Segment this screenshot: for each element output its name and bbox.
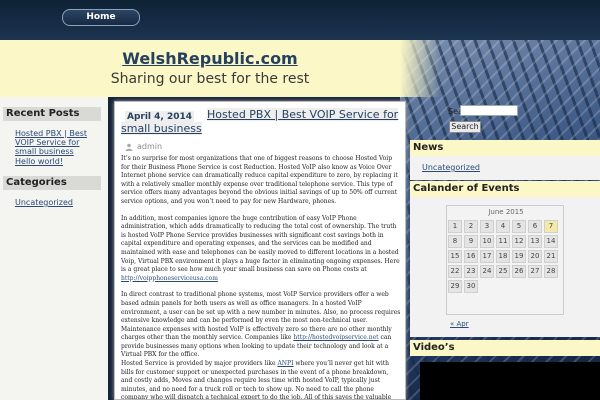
calendar-month: June 2015 bbox=[488, 208, 524, 216]
calendar-day[interactable]: 4 bbox=[496, 220, 510, 233]
top-nav-bar: Home bbox=[0, 0, 600, 40]
post-date: April 4, 2014 bbox=[125, 111, 195, 123]
calendar-day[interactable]: 6 bbox=[528, 220, 542, 233]
calendar-day[interactable]: 9 bbox=[464, 235, 478, 248]
user-icon bbox=[125, 143, 133, 151]
video-player[interactable] bbox=[420, 362, 600, 400]
post-paragraph: It’s no surprise for most organizations … bbox=[121, 155, 398, 205]
calendar-prev-link[interactable]: « Apr bbox=[450, 320, 469, 328]
calendar-day[interactable]: 20 bbox=[528, 250, 542, 263]
left-sidebar: Recent Posts Hosted PBX | Best VOIP Serv… bbox=[0, 97, 108, 400]
blog-post: Hosted PBX | Best VOIP Service for small… bbox=[114, 101, 406, 400]
calendar-day[interactable]: 1 bbox=[448, 220, 462, 233]
post-paragraph-text: Hosted Service is provided by major prov… bbox=[121, 360, 276, 368]
calendar-day[interactable]: 21 bbox=[544, 250, 558, 263]
calendar-day[interactable]: 10 bbox=[480, 235, 494, 248]
calendar-day[interactable]: 23 bbox=[464, 265, 478, 278]
search-input[interactable] bbox=[460, 105, 518, 116]
site-title[interactable]: WelshRepublic.com bbox=[0, 49, 420, 68]
calendar-day[interactable]: 3 bbox=[480, 220, 494, 233]
calendar-day[interactable]: 7 bbox=[544, 220, 558, 233]
calendar-day[interactable]: 24 bbox=[480, 265, 494, 278]
calendar-day[interactable]: 11 bbox=[496, 235, 510, 248]
calendar-day[interactable]: 13 bbox=[528, 235, 542, 248]
category-link[interactable]: Uncategorized bbox=[15, 198, 103, 207]
calendar-day[interactable]: 29 bbox=[448, 280, 462, 293]
calendar-day[interactable]: 18 bbox=[496, 250, 510, 263]
calendar-day[interactable]: 16 bbox=[464, 250, 478, 263]
recent-post-link[interactable]: Hosted PBX | Best VOIP Service for small… bbox=[15, 129, 103, 156]
calendar-day[interactable]: 28 bbox=[544, 265, 558, 278]
categories-heading: Categories bbox=[3, 176, 101, 190]
post-link[interactable]: http://voipphoneserviceusa.com bbox=[121, 275, 218, 282]
calendar-day[interactable]: 8 bbox=[448, 235, 462, 248]
calendar-day[interactable]: 22 bbox=[448, 265, 462, 278]
calendar-day[interactable]: 5 bbox=[512, 220, 526, 233]
post-paragraph: In direct contrast to traditional phone … bbox=[121, 291, 401, 360]
calendar-day[interactable]: 2 bbox=[464, 220, 478, 233]
calendar-day[interactable]: 15 bbox=[448, 250, 462, 263]
calendar-day[interactable]: 14 bbox=[544, 235, 558, 248]
recent-posts-heading: Recent Posts bbox=[3, 107, 101, 121]
post-link[interactable]: http://hostedvoipservice.net bbox=[293, 334, 378, 341]
calendar-day[interactable]: 27 bbox=[528, 265, 542, 278]
recent-post-link[interactable]: Hello world! bbox=[15, 157, 103, 166]
calendar-day[interactable]: 30 bbox=[464, 280, 478, 293]
news-heading: News bbox=[410, 140, 600, 156]
calendar-day[interactable]: 17 bbox=[480, 250, 494, 263]
news-link[interactable]: Uncategorized bbox=[422, 163, 480, 172]
search-button[interactable]: Search bbox=[449, 121, 481, 133]
site-tagline: Sharing our best for the rest bbox=[110, 71, 310, 87]
calendar-heading: Calander of Events bbox=[410, 181, 600, 197]
post-body: It’s no surprise for most organizations … bbox=[121, 155, 401, 399]
calendar-day[interactable]: 25 bbox=[496, 265, 510, 278]
home-button[interactable]: Home bbox=[62, 9, 140, 26]
post-paragraph: In addition, most companies ignore the h… bbox=[121, 215, 401, 284]
calendar: June 2015 1 2 3 4 5 6 7 8 9 10 11 12 13 14 15 16 17 18 19 2… bbox=[446, 205, 564, 315]
post-author[interactable]: admin bbox=[137, 142, 162, 151]
video-heading: Video’s bbox=[410, 340, 600, 356]
post-paragraph-text: In addition, most companies ignore the h… bbox=[121, 214, 400, 274]
calendar-day[interactable]: 12 bbox=[512, 235, 526, 248]
post-paragraph: Hosted Service is provided by major prov… bbox=[121, 360, 401, 399]
post-link[interactable]: ANPI bbox=[277, 360, 293, 367]
calendar-day[interactable]: 19 bbox=[512, 250, 526, 263]
calendar-day[interactable]: 26 bbox=[512, 265, 526, 278]
